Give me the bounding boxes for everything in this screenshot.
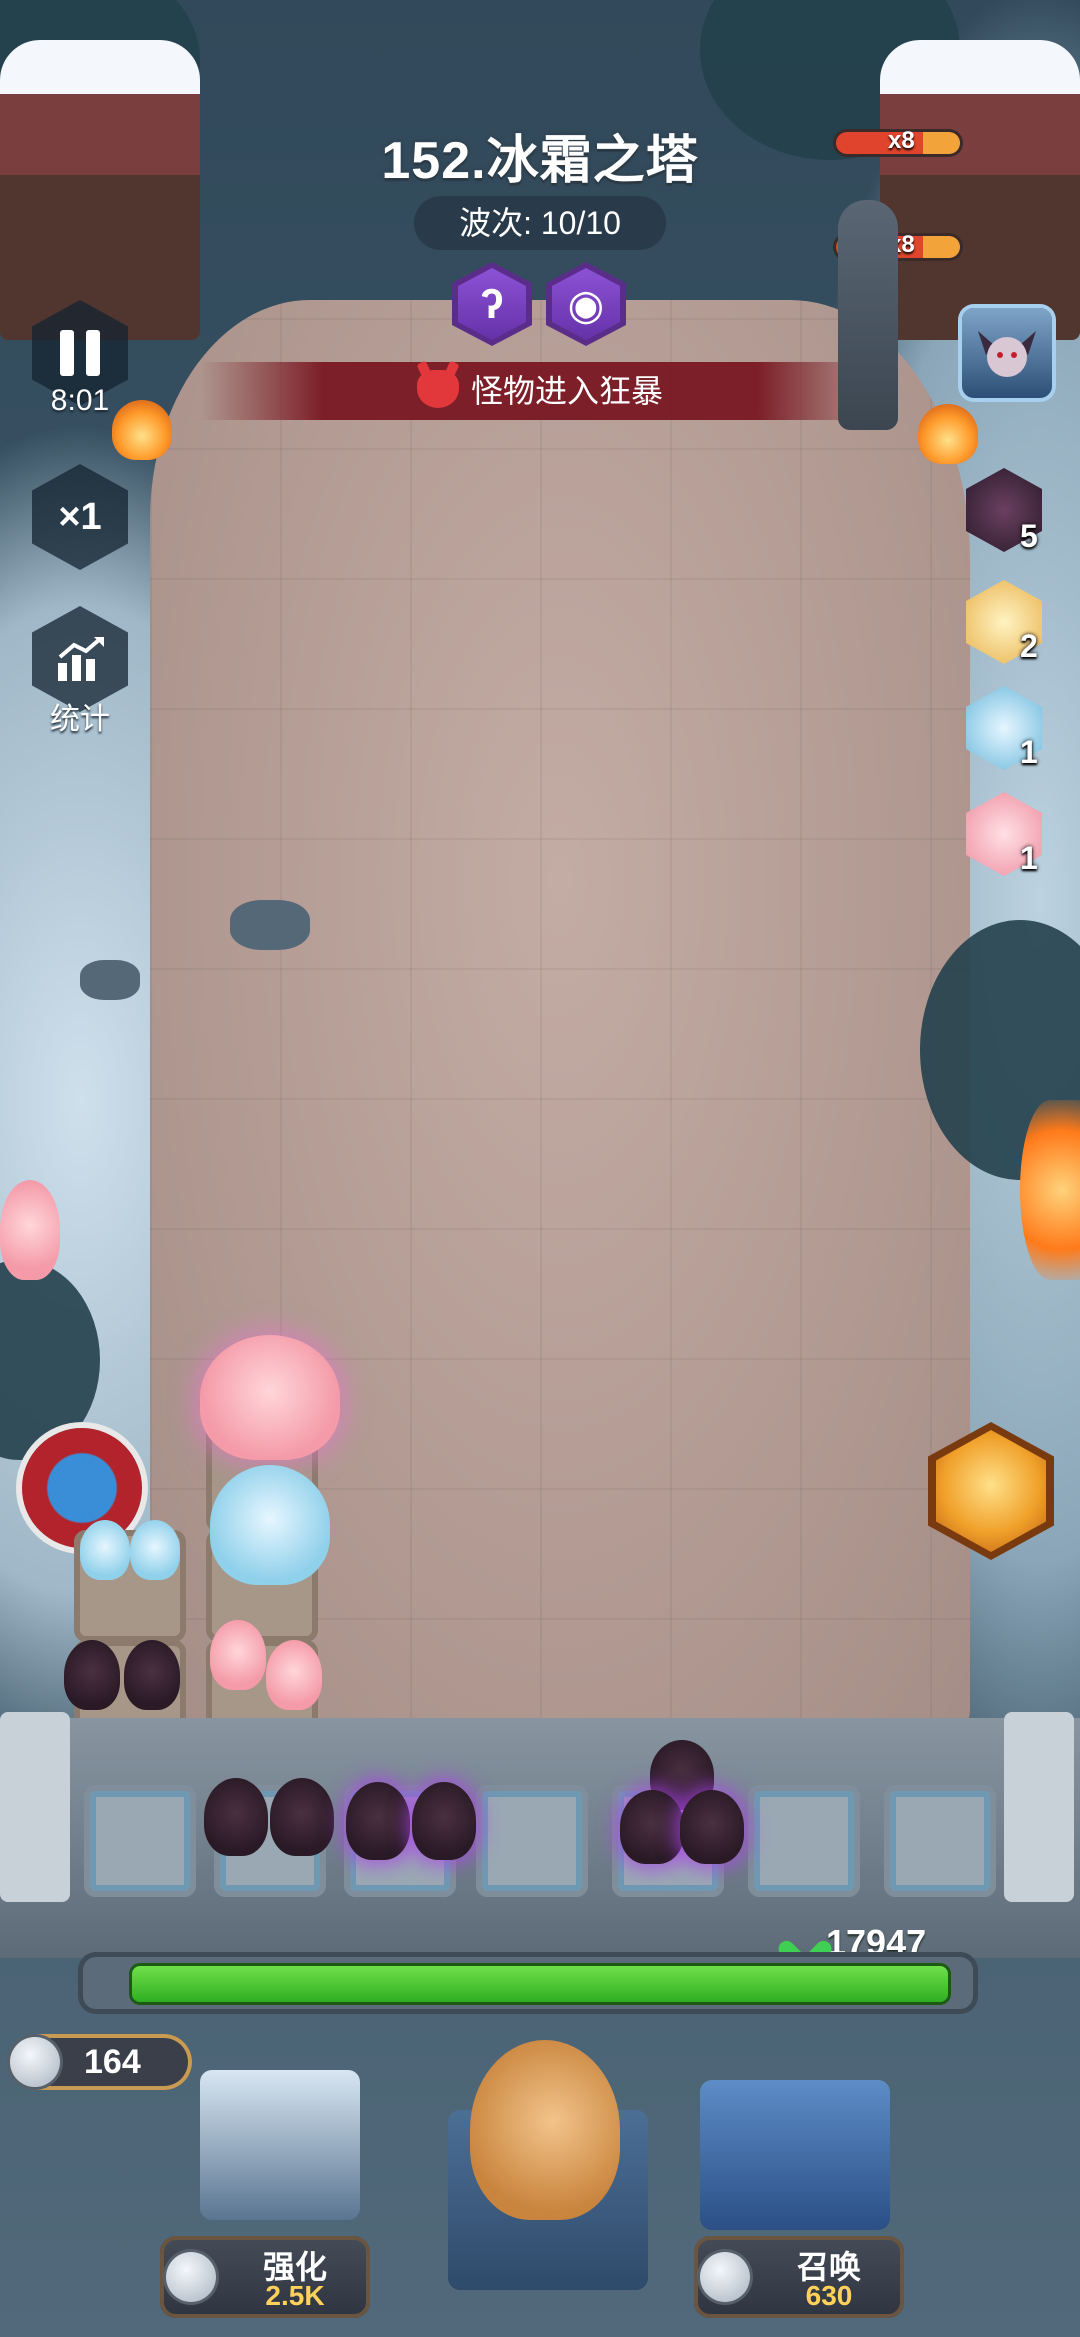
burning-fire — [1020, 1100, 1080, 1280]
pink-cat-unit[interactable] — [210, 1620, 266, 1690]
duck-rider-hero[interactable] — [470, 2040, 620, 2220]
roster-count: 2 — [1020, 628, 1038, 664]
roster-count: 5 — [1020, 518, 1038, 554]
wall-hp-bar-fill — [132, 1966, 948, 2002]
lion-hero-portrait[interactable] — [0, 1180, 60, 1280]
dark-cat-unit[interactable] — [64, 1640, 120, 1710]
rock — [230, 900, 310, 950]
level-title: 152.冰霜之塔 — [381, 132, 699, 190]
eye-icon: ◉ — [567, 280, 605, 328]
coin-value: 164 — [84, 2043, 141, 2081]
summon-cost: 630 — [805, 2280, 853, 2311]
dark-cat-unit[interactable] — [204, 1778, 268, 1856]
dark-cat-unit[interactable] — [346, 1782, 410, 1860]
dark-cat-unit[interactable] — [680, 1790, 744, 1864]
bat-boss-icon — [978, 331, 1036, 377]
armored-knight-enemy — [838, 200, 898, 430]
wave-counter: 波次: 10/10 — [414, 196, 666, 250]
silver-coin-icon — [166, 2252, 216, 2302]
wall-slot[interactable] — [884, 1785, 996, 1897]
summon-treasure-chest[interactable] — [700, 2080, 890, 2230]
game-timer: 8:01 — [50, 384, 110, 417]
roster-count: 1 — [1020, 840, 1038, 876]
ice-cat-hero[interactable] — [210, 1465, 330, 1585]
wall-slot[interactable] — [476, 1785, 588, 1897]
boss-portrait[interactable] — [962, 308, 1052, 398]
pink-cat-unit[interactable] — [266, 1640, 322, 1710]
ice-cat-unit[interactable] — [80, 1520, 130, 1580]
pause-icon — [60, 330, 100, 376]
silver-coin-icon — [10, 2037, 60, 2087]
rage-text: 怪物进入狂暴 — [470, 373, 663, 409]
enemy-health-bar: x8 — [836, 127, 960, 154]
wall-slot[interactable] — [748, 1785, 860, 1897]
summon-button[interactable]: 召唤 630 — [694, 2236, 904, 2318]
demon-head-icon — [416, 370, 459, 408]
torch-fire — [918, 404, 978, 464]
silver-coin-icon — [700, 2252, 750, 2302]
wall-crenel — [1004, 1712, 1074, 1902]
upgrade-cost: 2.5K — [265, 2280, 325, 2311]
game-stage: 152.冰霜之塔 波次: 10/10 ʔ ◉ 怪物进入狂暴 8:01 ×1 统计… — [0, 0, 1080, 2337]
stats-label: 统计 — [50, 703, 110, 736]
enemy-count: x8 — [888, 127, 915, 154]
coin-counter: 164 — [8, 2034, 192, 2090]
speed-label: ×1 — [58, 495, 102, 538]
roster-count: 1 — [1020, 734, 1038, 770]
staff-icon: ʔ — [480, 280, 504, 327]
rage-banner: 怪物进入狂暴 — [200, 362, 880, 420]
upgrade-button[interactable]: 强化 2.5K — [160, 2236, 370, 2318]
dark-cat-unit[interactable] — [124, 1640, 180, 1710]
wall-crenel — [0, 1712, 70, 1902]
ice-cat-unit[interactable] — [130, 1520, 180, 1580]
chart-icon — [58, 637, 104, 681]
rock — [80, 960, 140, 1000]
wall-slot[interactable] — [84, 1785, 196, 1897]
dark-cat-unit[interactable] — [412, 1782, 476, 1860]
dark-cat-unit[interactable] — [620, 1790, 684, 1864]
pink-mage-hero[interactable] — [200, 1335, 340, 1460]
spellbook-tower[interactable] — [200, 2070, 360, 2220]
dark-cat-unit[interactable] — [270, 1778, 334, 1856]
